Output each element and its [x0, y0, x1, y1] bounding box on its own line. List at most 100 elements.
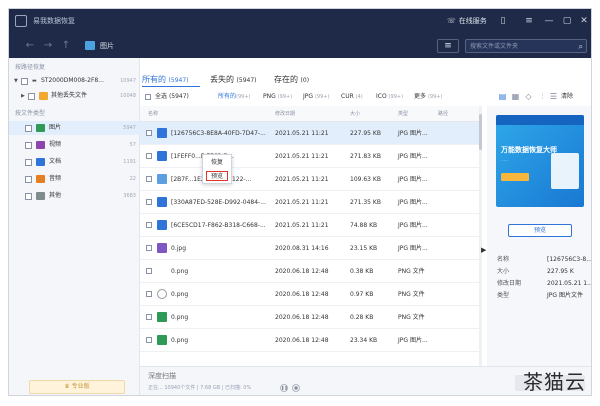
context-menu-preview[interactable]: 预览 — [206, 171, 228, 181]
sidebar-item-other[interactable]: 其他 3683 — [9, 189, 140, 203]
search-box: ⌕ — [465, 39, 587, 53]
table-row[interactable]: [330A87ED-528E-D992-0484-... 2021.05.21 … — [140, 191, 480, 214]
table-row[interactable]: 0.png 2020.06.18 12:48 0.28 KB PNG 文件 — [140, 306, 480, 329]
vertical-scrollbar[interactable] — [479, 106, 482, 366]
preview-panel: 万能数据恢复大师 ...... 预览 名称 [126756C3-8... 大小 … — [487, 106, 591, 366]
row-checkbox[interactable] — [146, 314, 152, 320]
filter-label: PNG — [263, 93, 276, 100]
tab-all[interactable]: 所有的 (5947) — [142, 75, 189, 86]
filter-label: 全选 — [155, 93, 168, 100]
file-name: [126756C3-8E8A-40FD-7D47-... — [171, 130, 266, 137]
column-name[interactable]: 名称 — [148, 106, 158, 122]
filter-reset-button[interactable]: 清除 — [561, 88, 573, 106]
checkbox[interactable] — [28, 93, 35, 100]
arrow-right-icon[interactable]: → — [41, 39, 55, 53]
table-row[interactable]: [2B7F...1E29-4588-2122-... 2021.05.21 11… — [140, 168, 480, 191]
pause-icon[interactable]: ❚❚ — [280, 384, 288, 392]
filter-select-all[interactable]: 全选 (5947) — [155, 88, 189, 106]
upgrade-button[interactable]: ♛ 专业版 — [29, 380, 125, 394]
expand-arrow-icon[interactable]: ▶ — [21, 89, 25, 103]
online-service-button[interactable]: ☏ 在线服务 — [447, 15, 487, 27]
filter-png[interactable]: PNG (99+) — [263, 88, 292, 106]
file-name: 0.png — [171, 268, 189, 275]
table-row[interactable]: 0.jpg 2020.08.31 14:16 23.15 KB JPG 图片..… — [140, 237, 480, 260]
expand-arrow-icon[interactable]: ▼ — [14, 74, 18, 88]
row-checkbox[interactable] — [146, 245, 152, 251]
sidebar-item-count: 10947 — [120, 78, 136, 84]
sidebar-item-images[interactable]: 图片 5947 — [9, 121, 140, 135]
png-file-icon — [157, 335, 167, 345]
collapse-panel-icon[interactable]: ▶ — [481, 246, 486, 254]
section-type-title: 按文件类型 — [15, 110, 46, 117]
checkbox[interactable] — [25, 142, 32, 149]
list-view-icon[interactable]: ▤ — [498, 92, 507, 101]
file-date: 2021.05.21 11:21 — [275, 153, 329, 160]
stop-icon[interactable]: ■ — [292, 384, 300, 392]
sidebar-item-videos[interactable]: 视频 57 — [9, 138, 140, 152]
row-checkbox[interactable] — [146, 291, 152, 297]
filter-all[interactable]: 所有的(99+) — [218, 88, 250, 106]
close-icon[interactable]: ✕ — [578, 15, 590, 27]
image-icon — [36, 124, 45, 132]
select-all-checkbox[interactable] — [145, 94, 151, 100]
row-checkbox[interactable] — [146, 199, 152, 205]
checkbox[interactable] — [25, 159, 32, 166]
table-row[interactable]: 0.png 2020.06.18 12:48 0.97 KB PNG 文件 — [140, 283, 480, 306]
maximize-icon[interactable]: ▢ — [561, 15, 573, 27]
current-location: 图片 — [100, 42, 114, 50]
tab-lost[interactable]: 丢失的 (5947) — [210, 75, 257, 86]
grid-view-icon[interactable]: ▦ — [511, 92, 520, 101]
filter-jpg[interactable]: JPG (99+) — [303, 88, 329, 106]
checkbox[interactable] — [25, 193, 32, 200]
sidebar-item-lost-files[interactable]: ▶ 其他丢失文件 10048 — [9, 89, 140, 103]
row-checkbox[interactable] — [146, 337, 152, 343]
row-checkbox[interactable] — [146, 268, 152, 274]
context-menu-recover[interactable]: 恢复 — [206, 158, 228, 168]
column-path[interactable]: 路径 — [438, 106, 448, 122]
context-menu: 恢复 预览 — [202, 154, 232, 184]
column-date[interactable]: 修改日期 — [275, 106, 295, 122]
search-input[interactable] — [470, 41, 570, 51]
sidebar-item-audio[interactable]: 音频 22 — [9, 172, 140, 186]
file-name: 0.png — [171, 291, 189, 298]
arrow-left-icon[interactable]: ← — [23, 39, 37, 53]
preview-button[interactable]: 预览 — [508, 224, 572, 237]
tab-existing[interactable]: 存在的 (0) — [274, 75, 309, 86]
collapse-arrow-icon[interactable]: ▬ — [32, 74, 37, 88]
sidebar-item-documents[interactable]: 文档 1191 — [9, 155, 140, 169]
sidebar-item-drive[interactable]: ▼ ▬ ST2000DM008-2F8... 10947 — [9, 74, 140, 88]
checkbox[interactable] — [21, 78, 28, 85]
table-row[interactable]: 0.png 2020.06.18 12:48 23.34 KB JPG 图片..… — [140, 329, 480, 352]
row-checkbox[interactable] — [146, 153, 152, 159]
filter-cur[interactable]: CUR (4) — [341, 88, 363, 106]
search-icon[interactable]: ⌕ — [579, 41, 583, 52]
filter-more[interactable]: 更多 (99+) — [414, 88, 442, 106]
table-row[interactable]: 0.png 2020.06.18 12:48 0.38 KB PNG 文件 — [140, 260, 480, 283]
section-path-title: 按路径恢复 — [15, 64, 46, 71]
column-size[interactable]: 大小 — [350, 106, 360, 122]
result-tabs: 所有的 (5947) 丢失的 (5947) 存在的 (0) — [140, 58, 591, 88]
checkbox[interactable] — [25, 125, 32, 132]
settings-icon[interactable]: ▯ — [497, 15, 509, 27]
sort-icon[interactable]: ☰ — [549, 92, 558, 101]
filter-icon[interactable]: ⫶ — [538, 92, 547, 101]
arrow-up-icon[interactable]: ↑ — [59, 39, 73, 53]
tag-icon[interactable]: ◇ — [524, 92, 533, 101]
row-checkbox[interactable] — [146, 130, 152, 136]
table-row[interactable]: [126756C3-8E8A-40FD-7D47-... 2021.05.21 … — [140, 122, 480, 145]
minimize-icon[interactable]: — — [543, 15, 555, 27]
filter-ico[interactable]: ICO (99+) — [376, 88, 403, 106]
tab-label: 丢失的 — [210, 75, 234, 84]
column-type[interactable]: 类型 — [398, 106, 408, 122]
folder-icon — [39, 92, 48, 100]
checkbox[interactable] — [25, 176, 32, 183]
scrollbar-thumb[interactable] — [479, 114, 482, 150]
hamburger-icon[interactable]: ≡ — [437, 39, 459, 53]
table-row[interactable]: [1FEFF0...F-7F63-D... 2021.05.21 11:21 2… — [140, 145, 480, 168]
row-checkbox[interactable] — [146, 176, 152, 182]
sidebar-item-count: 5947 — [123, 125, 136, 131]
menu-icon[interactable]: ≡ — [523, 15, 535, 27]
row-checkbox[interactable] — [146, 222, 152, 228]
table-row[interactable]: [6CE5CD17-F862-B318-C668-... 2021.05.21 … — [140, 214, 480, 237]
filter-bar: 全选 (5947) 所有的(99+) PNG (99+) JPG (99+) C… — [140, 88, 591, 106]
